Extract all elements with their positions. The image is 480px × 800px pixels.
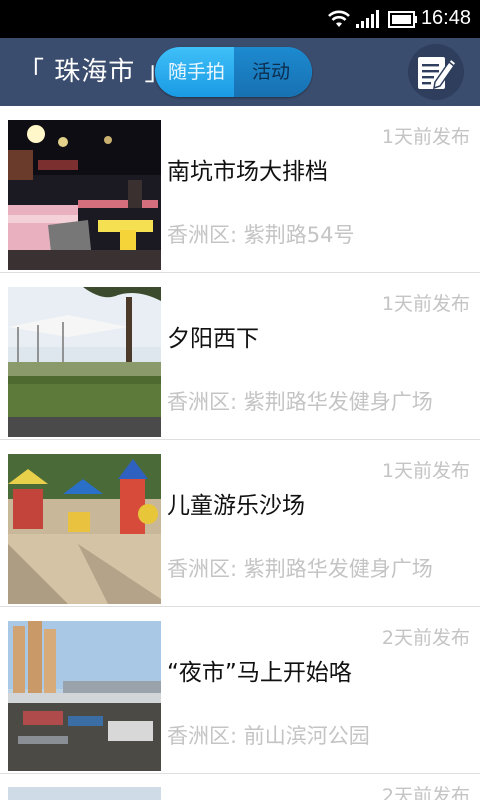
post-time: 1天前发布 xyxy=(381,293,470,315)
list-item[interactable]: 南坑市场大排档 1天前发布 香洲区: 紫荆路54号 xyxy=(0,106,480,273)
battery-icon xyxy=(388,11,417,28)
tab-events[interactable]: 活动 xyxy=(234,47,312,97)
post-photo xyxy=(8,454,161,604)
post-title: 夕阳西下 xyxy=(167,326,259,352)
post-address: 香洲区: 前山滨河公园 xyxy=(167,724,370,748)
wifi-icon xyxy=(328,10,350,27)
post-title: 南坑市场大排档 xyxy=(167,159,328,185)
list-item[interactable]: 夕阳西下 1天前发布 香洲区: 紫荆路华发健身广场 xyxy=(0,273,480,440)
post-time: 2天前发布 xyxy=(381,785,470,800)
post-title: 儿童游乐沙场 xyxy=(167,493,305,519)
post-time: 1天前发布 xyxy=(381,460,470,482)
list-item[interactable]: 儿童游乐沙场 1天前发布 香洲区: 紫荆路华发健身广场 xyxy=(0,440,480,607)
post-address: 香洲区: 紫荆路华发健身广场 xyxy=(167,557,433,581)
signal-icon xyxy=(356,10,379,28)
status-bar: 16:48 xyxy=(0,0,480,38)
city-selector[interactable]: 「 珠海市 」 xyxy=(18,38,172,106)
list-item-partial[interactable]: 2天前发布 xyxy=(0,779,480,800)
edit-icon xyxy=(418,57,458,90)
post-address: 香洲区: 紫荆路华发健身广场 xyxy=(167,390,433,414)
post-photo xyxy=(8,787,161,800)
tab-switcher: 随手拍 活动 xyxy=(155,47,312,97)
post-time: 1天前发布 xyxy=(381,126,470,148)
post-address: 香洲区: 紫荆路54号 xyxy=(167,223,355,247)
compose-button[interactable] xyxy=(408,44,464,100)
list-item[interactable]: “夜市”马上开始咯 2天前发布 香洲区: 前山滨河公园 xyxy=(0,607,480,774)
post-title: “夜市”马上开始咯 xyxy=(167,660,352,686)
post-photo xyxy=(8,287,161,437)
post-photo xyxy=(8,120,161,270)
post-photo xyxy=(8,621,161,771)
post-time: 2天前发布 xyxy=(381,627,470,649)
post-list: 南坑市场大排档 1天前发布 香洲区: 紫荆路54号 夕阳西下 1天前发布 香洲区… xyxy=(0,106,480,774)
tab-snapshot[interactable]: 随手拍 xyxy=(155,47,234,97)
clock: 16:48 xyxy=(420,7,471,29)
app-bar: 「 珠海市 」 随手拍 活动 xyxy=(0,38,480,106)
